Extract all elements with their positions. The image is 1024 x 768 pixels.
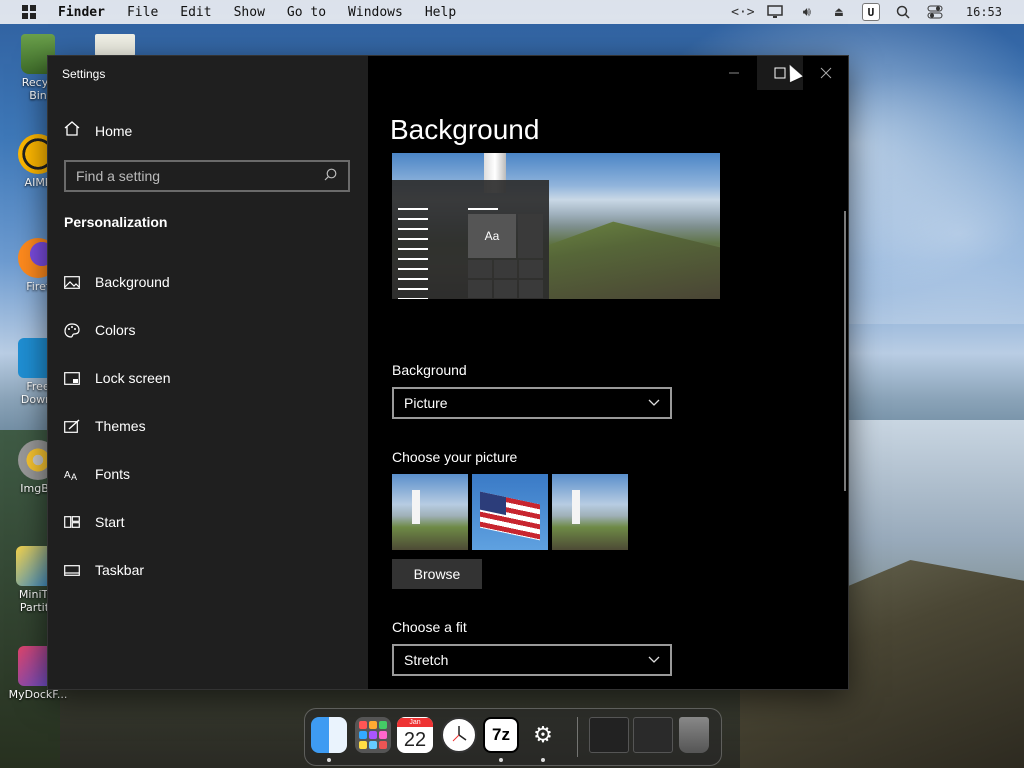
menu-file[interactable]: File xyxy=(127,5,158,20)
section-title: Personalization xyxy=(64,214,168,230)
background-preview: Aa xyxy=(392,153,720,299)
svg-text:A: A xyxy=(71,472,77,481)
svg-text:A: A xyxy=(64,470,71,481)
eject-icon[interactable]: ⏏ xyxy=(830,4,848,20)
preview-tile-header xyxy=(468,208,498,210)
finder-icon[interactable] xyxy=(311,717,347,753)
dock-running-indicator xyxy=(541,758,545,762)
settings-sidebar: Settings Home Personalization Background xyxy=(48,56,368,689)
preview-tile xyxy=(518,214,543,258)
sidebar-item-taskbar[interactable]: Taskbar xyxy=(48,546,368,594)
launchpad-icon[interactable] xyxy=(355,717,391,753)
menu-edit[interactable]: Edit xyxy=(180,5,211,20)
sidebar-item-lock-screen[interactable]: Lock screen xyxy=(48,354,368,402)
thumbnail-lighthouse-1[interactable] xyxy=(392,474,468,550)
clock-icon[interactable] xyxy=(441,717,477,753)
sidebar-item-label: Themes xyxy=(95,418,146,434)
sidebar-item-label: Fonts xyxy=(95,466,131,482)
preview-menu-lines xyxy=(398,208,428,299)
calendar-icon[interactable]: Jan 22 xyxy=(397,717,433,753)
background-dropdown[interactable]: Picture xyxy=(392,387,672,419)
calendar-month: Jan xyxy=(397,717,433,727)
preview-tiles xyxy=(468,260,543,298)
dock-separator xyxy=(577,717,578,757)
picture-thumbnails xyxy=(392,474,628,550)
menu-help[interactable]: Help xyxy=(425,5,456,20)
choose-picture-label: Choose your picture xyxy=(392,449,518,465)
window-title: Settings xyxy=(62,67,106,81)
menu-go-to[interactable]: Go to xyxy=(287,5,326,20)
7zip-icon[interactable]: 7z xyxy=(483,717,519,753)
themes-icon xyxy=(64,419,80,433)
minimize-button[interactable] xyxy=(711,56,757,90)
fit-label: Choose a fit xyxy=(392,619,467,635)
sidebar-item-themes[interactable]: Themes xyxy=(48,402,368,450)
thumbnail-flag[interactable] xyxy=(472,474,548,550)
fit-dropdown[interactable]: Stretch xyxy=(392,644,672,676)
fonts-icon: AA xyxy=(64,467,80,481)
nav-list: Background Colors Lock screen Themes A A… xyxy=(48,258,368,594)
taskbar-icon xyxy=(64,563,80,577)
desktop-icon-label: MyDockF... xyxy=(8,688,68,701)
lock-screen-icon xyxy=(64,371,80,385)
preview-start-menu: Aa xyxy=(392,180,549,299)
fit-dropdown-value: Stretch xyxy=(404,652,449,668)
background-label: Background xyxy=(392,362,467,378)
close-button[interactable] xyxy=(803,56,848,90)
sidebar-item-start[interactable]: Start xyxy=(48,498,368,546)
sidebar-item-colors[interactable]: Colors xyxy=(48,306,368,354)
search-input[interactable] xyxy=(66,167,324,185)
start-icon xyxy=(64,515,80,529)
desktop-icon-document[interactable] xyxy=(90,34,140,58)
window-thumbnail-1[interactable] xyxy=(589,717,629,753)
browse-button[interactable]: Browse xyxy=(392,559,482,589)
windows-logo-icon[interactable] xyxy=(22,5,36,19)
menu-finder[interactable]: Finder xyxy=(58,5,105,20)
control-center-icon[interactable] xyxy=(926,4,944,20)
chevron-down-icon xyxy=(648,653,660,667)
menubar: Finder File Edit Show Go to Windows Help… xyxy=(0,0,1024,24)
settings-content: Background Aa Background Picture Choose … xyxy=(368,56,848,689)
content-scrollbar[interactable] xyxy=(844,211,846,491)
settings-icon[interactable]: ⚙ xyxy=(525,717,561,753)
flag-image xyxy=(480,491,540,541)
menubar-status-area: <·> 🔊︎ ⏏ U 16:53 xyxy=(731,0,1024,24)
page-title: Background xyxy=(390,114,540,145)
chevron-down-icon xyxy=(648,396,660,410)
document-icon xyxy=(95,34,135,56)
code-icon[interactable]: <·> xyxy=(731,4,754,20)
palette-icon xyxy=(64,322,80,338)
thumbnail-lighthouse-2[interactable] xyxy=(552,474,628,550)
sidebar-item-label: Colors xyxy=(95,322,136,338)
menu-windows[interactable]: Windows xyxy=(348,5,403,20)
sidebar-item-label: Lock screen xyxy=(95,370,171,386)
search-icon[interactable] xyxy=(324,168,340,184)
search-icon[interactable] xyxy=(894,4,912,20)
window-thumbnail-2[interactable] xyxy=(633,717,673,753)
nav-home[interactable]: Home xyxy=(64,120,132,142)
sidebar-item-background[interactable]: Background xyxy=(48,258,368,306)
home-icon xyxy=(64,121,80,141)
menubar-clock: 16:53 xyxy=(965,5,1002,19)
dock-running-indicator xyxy=(499,758,503,762)
dock: Jan 22 7z ⚙ xyxy=(304,708,722,766)
u-icon[interactable]: U xyxy=(861,3,880,21)
calendar-day: 22 xyxy=(403,728,427,751)
picture-icon xyxy=(64,275,80,289)
settings-window: Settings Home Personalization Background xyxy=(48,56,848,689)
volume-icon[interactable]: 🔊︎ xyxy=(798,4,816,20)
preview-tile-aa: Aa xyxy=(468,214,516,258)
search-box[interactable] xyxy=(64,160,350,192)
sidebar-item-label: Start xyxy=(95,514,125,530)
menu-show[interactable]: Show xyxy=(234,5,265,20)
sidebar-item-label: Background xyxy=(95,274,170,290)
display-icon[interactable] xyxy=(766,4,784,20)
trash-icon[interactable] xyxy=(679,717,709,753)
dock-running-indicator xyxy=(327,758,331,762)
nav-home-label: Home xyxy=(95,123,133,139)
sidebar-item-fonts[interactable]: AA Fonts xyxy=(48,450,368,498)
preview-cliff xyxy=(542,221,720,299)
sidebar-item-label: Taskbar xyxy=(95,562,145,578)
background-dropdown-value: Picture xyxy=(404,395,448,411)
